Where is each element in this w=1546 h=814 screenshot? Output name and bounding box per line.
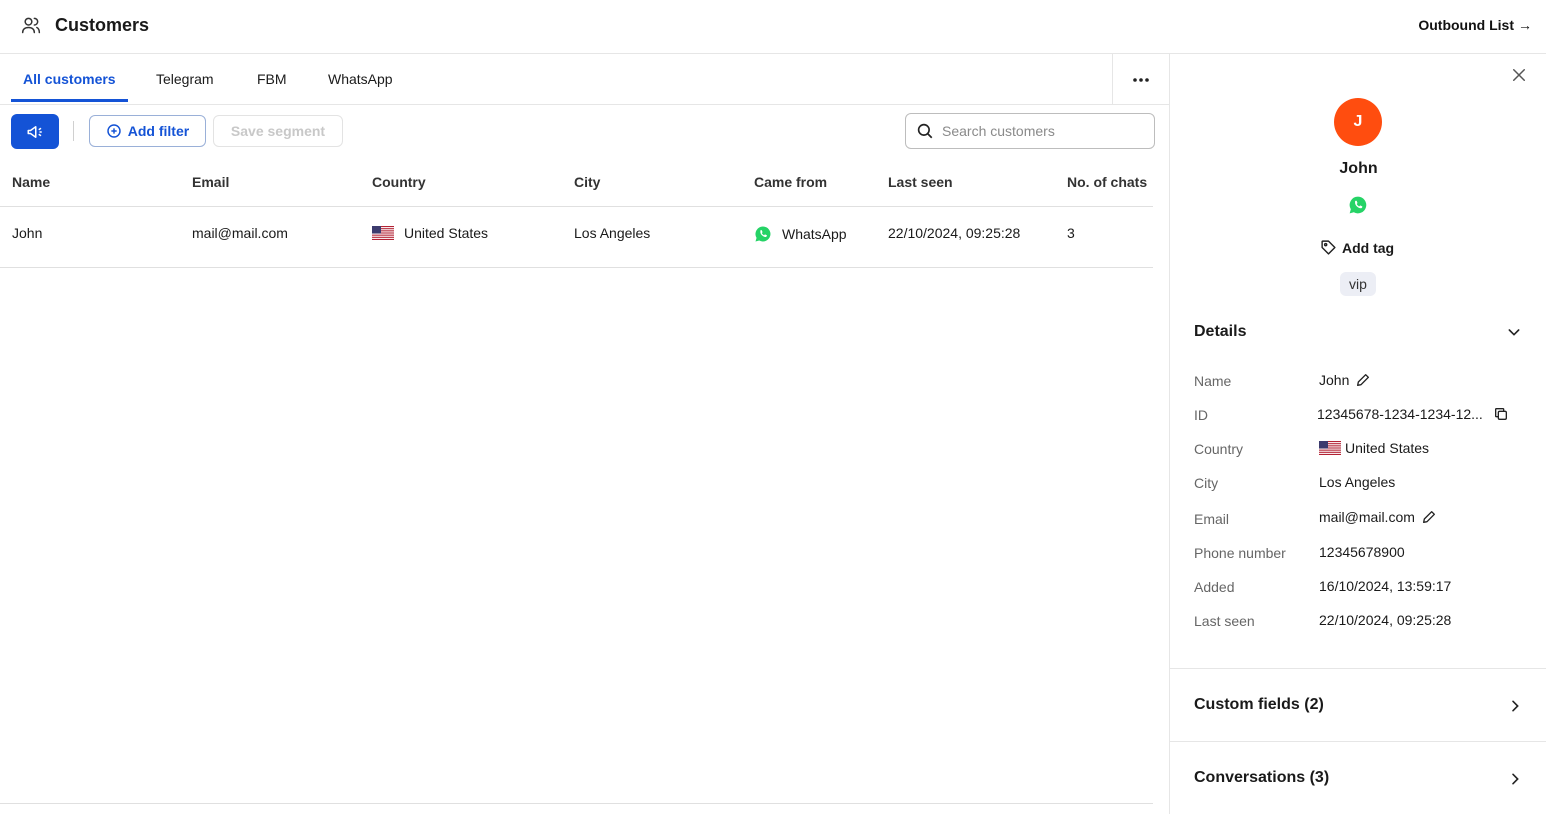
- whatsapp-icon: [1349, 196, 1367, 214]
- channel-tabs: All customers Telegram FBM WhatsApp: [0, 54, 1169, 105]
- detail-label-city: City: [1194, 475, 1219, 491]
- tab-whatsapp[interactable]: WhatsApp: [316, 54, 405, 102]
- column-header-last-seen[interactable]: Last seen: [888, 174, 953, 190]
- detail-name-text: John: [1319, 372, 1350, 388]
- search-input[interactable]: [942, 123, 1132, 139]
- pencil-icon[interactable]: [1355, 372, 1371, 388]
- search-icon: [917, 123, 933, 139]
- megaphone-icon: [27, 125, 42, 138]
- column-header-city[interactable]: City: [574, 174, 600, 190]
- column-header-email[interactable]: Email: [192, 174, 229, 190]
- column-header-name[interactable]: Name: [12, 174, 50, 190]
- column-header-country[interactable]: Country: [372, 174, 426, 190]
- conversations-section[interactable]: Conversations (3): [1170, 742, 1546, 814]
- tab-fbm[interactable]: FBM: [245, 54, 299, 102]
- detail-label-last-seen: Last seen: [1194, 613, 1255, 629]
- more-options-button[interactable]: [1112, 54, 1169, 105]
- table-bottom-divider: [0, 803, 1153, 804]
- detail-value-city: Los Angeles: [1319, 474, 1396, 490]
- detail-country-text: United States: [1345, 440, 1430, 456]
- detail-email-text: mail@mail.com: [1319, 509, 1415, 525]
- cell-city: Los Angeles: [574, 225, 651, 241]
- avatar: J: [1334, 98, 1382, 146]
- us-flag-icon: [372, 226, 394, 240]
- broadcast-button[interactable]: [11, 114, 59, 149]
- detail-value-email: mail@mail.com: [1319, 509, 1437, 525]
- conversations-title: Conversations (3): [1194, 769, 1330, 786]
- whatsapp-icon: [755, 226, 771, 242]
- detail-value-last-seen: 22/10/2024, 09:25:28: [1319, 612, 1452, 628]
- list-toolbar: Add filter Save segment: [0, 105, 1169, 157]
- chevron-right-icon: [1512, 700, 1519, 712]
- cell-chats: 3: [1067, 225, 1075, 241]
- plus-circle-icon: [107, 124, 121, 138]
- outbound-list-link[interactable]: Outbound List →: [1418, 17, 1532, 33]
- detail-label-added: Added: [1194, 579, 1235, 595]
- users-icon: [21, 17, 41, 34]
- custom-fields-title: Custom fields (2): [1194, 696, 1324, 713]
- customer-name: John: [1339, 160, 1378, 177]
- tab-telegram[interactable]: Telegram: [144, 54, 226, 102]
- column-header-chats[interactable]: No. of chats: [1067, 174, 1147, 190]
- detail-value-id: 12345678-1234-1234-12...: [1317, 406, 1509, 422]
- customers-list-area: All customers Telegram FBM WhatsApp Add …: [0, 54, 1169, 814]
- custom-fields-section[interactable]: Custom fields (2): [1170, 669, 1546, 741]
- arrow-right-icon: →: [1518, 17, 1532, 33]
- detail-label-name: Name: [1194, 373, 1232, 389]
- detail-value-phone: 12345678900: [1319, 544, 1405, 560]
- cell-email: mail@mail.com: [192, 225, 288, 241]
- tag-chip[interactable]: vip: [1340, 272, 1376, 296]
- add-filter-label: Add filter: [127, 123, 190, 139]
- pencil-icon[interactable]: [1421, 509, 1437, 525]
- page-title: Customers: [55, 15, 150, 35]
- detail-value-added: 16/10/2024, 13:59:17: [1319, 578, 1452, 594]
- save-segment-button[interactable]: Save segment: [213, 115, 343, 147]
- detail-label-email: Email: [1194, 511, 1230, 527]
- close-icon[interactable]: [1510, 66, 1528, 84]
- top-header: Customers Outbound List →: [0, 0, 1546, 54]
- cell-came-from-text: WhatsApp: [782, 226, 847, 242]
- cell-country-text: United States: [404, 225, 489, 241]
- more-horizontal-icon: [1133, 77, 1149, 82]
- customer-detail-panel: J John Add tag vip Details Name John ID …: [1169, 54, 1546, 814]
- cell-last-seen: 22/10/2024, 09:25:28: [888, 225, 1021, 241]
- search-box: [905, 113, 1155, 149]
- toolbar-divider: [73, 121, 74, 141]
- cell-came-from: WhatsApp: [754, 225, 847, 243]
- tab-all-customers[interactable]: All customers: [11, 54, 128, 102]
- cell-name: John: [12, 225, 43, 241]
- chevron-right-icon: [1512, 773, 1519, 785]
- chevron-down-icon[interactable]: [1506, 324, 1522, 340]
- table-header: Name Email Country City Came from Last s…: [0, 157, 1153, 207]
- outbound-list-label: Outbound List: [1418, 17, 1514, 33]
- detail-value-country: United States: [1319, 440, 1429, 456]
- detail-label-country: Country: [1194, 441, 1244, 457]
- detail-value-name: John: [1319, 372, 1371, 388]
- details-section-title[interactable]: Details: [1194, 323, 1246, 341]
- table-row[interactable]: John mail@mail.com United States Los Ang…: [0, 207, 1153, 268]
- add-tag-button[interactable]: Add tag: [1320, 239, 1394, 256]
- add-tag-label: Add tag: [1342, 239, 1395, 256]
- column-header-came-from[interactable]: Came from: [754, 174, 827, 190]
- detail-id-text: 12345678-1234-1234-12...: [1317, 406, 1483, 422]
- cell-country: United States: [372, 225, 488, 241]
- detail-label-id: ID: [1194, 407, 1208, 423]
- us-flag-icon: [1319, 441, 1341, 455]
- add-filter-button[interactable]: Add filter: [89, 115, 206, 147]
- customers-table: Name Email Country City Came from Last s…: [0, 157, 1153, 268]
- copy-icon[interactable]: [1493, 406, 1509, 422]
- tag-icon: [1321, 240, 1336, 255]
- detail-label-phone: Phone number: [1194, 545, 1286, 561]
